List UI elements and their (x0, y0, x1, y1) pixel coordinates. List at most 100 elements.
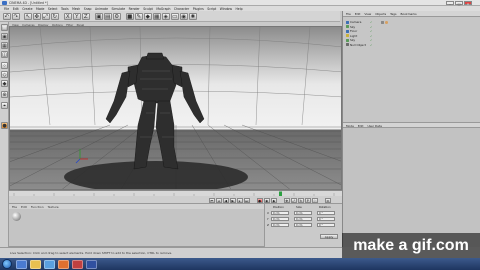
tag-icon[interactable] (381, 21, 384, 24)
explorer-icon[interactable] (30, 259, 41, 269)
scale-icon[interactable]: ⤢ (42, 12, 50, 20)
rotation-b-field[interactable]: 0 ° (317, 223, 335, 227)
cube-icon[interactable]: ■ (126, 12, 134, 20)
watermark-logo: make a gif.com (342, 233, 480, 258)
move-icon[interactable]: ✥ (33, 12, 41, 20)
make-editable-icon[interactable]: ⬚ (1, 24, 8, 31)
points-mode-icon[interactable]: ⁘ (1, 62, 8, 69)
goto-start-icon[interactable]: ⏮ (209, 197, 215, 203)
size-y-field[interactable]: 0 cm (294, 217, 312, 221)
visibility-check-icon[interactable]: ✓ (370, 34, 372, 38)
coord-header-position: Position (273, 205, 284, 209)
material-swatch[interactable] (12, 212, 21, 221)
object-row[interactable]: Null Object ✓ (346, 43, 478, 47)
array-icon[interactable]: ▦ (153, 12, 161, 20)
position-x-field[interactable]: 0 cm (271, 211, 289, 215)
goto-end-icon[interactable]: ⏭ (244, 197, 250, 203)
z-axis-icon[interactable]: Z (82, 12, 90, 20)
timeline-menu-icon[interactable]: ≡ (325, 197, 331, 203)
object-row[interactable]: Sky ✓ (346, 38, 478, 42)
media-player-icon[interactable] (44, 259, 55, 269)
next-frame-icon[interactable]: ▸ (237, 197, 243, 203)
render-view-icon[interactable]: ▣ (95, 12, 103, 20)
size-z-field[interactable]: 0 cm (294, 223, 312, 227)
material-manager[interactable] (9, 209, 264, 247)
camera-object-icon (346, 20, 349, 24)
coordinates-manager: Position Size Rotation X 0 cm 0 cm 0 ° Y… (264, 204, 342, 247)
record-icon[interactable]: ● (257, 197, 263, 203)
workplane-icon[interactable]: ◫ (1, 51, 8, 58)
rotation-p-field[interactable]: 0 ° (317, 217, 335, 221)
sculpt-icon[interactable]: ● (1, 122, 8, 129)
play-icon[interactable]: ▶ (230, 197, 236, 203)
floor-object-icon (346, 29, 349, 33)
render-settings-icon[interactable]: ⚙ (113, 12, 121, 20)
object-manager: Camera ✓ Sky ✓ Floor ✓ Light ✓ Sky ✓ Nul… (343, 17, 480, 122)
deformer-icon[interactable]: ◈ (162, 12, 170, 20)
keyframe-icon[interactable]: ◆ (271, 197, 277, 203)
viewport-scene (10, 27, 341, 189)
rotation-h-field[interactable]: 0 ° (317, 211, 335, 215)
model-mode-icon[interactable]: ▣ (1, 33, 8, 40)
polygons-mode-icon[interactable]: ◆ (1, 80, 8, 87)
object-row[interactable]: Floor ✓ (346, 29, 478, 33)
object-row[interactable]: Sky ✓ (346, 25, 478, 29)
undo-icon[interactable]: ↶ (3, 12, 11, 20)
object-name: Sky (350, 24, 356, 29)
perspective-viewport[interactable] (9, 26, 342, 190)
scale-key-icon[interactable]: ⤢ (291, 197, 297, 203)
visibility-check-icon[interactable]: ✓ (370, 43, 372, 47)
edges-mode-icon[interactable]: ◇ (1, 71, 8, 78)
position-z-field[interactable]: 0 cm (271, 223, 289, 227)
x-axis-icon[interactable]: X (64, 12, 72, 20)
visibility-check-icon[interactable]: ✓ (370, 29, 372, 33)
position-key-icon[interactable]: ✥ (284, 197, 290, 203)
material-tag-icon[interactable] (385, 21, 388, 24)
minimize-button[interactable]: – (446, 0, 454, 5)
redo-icon[interactable]: ↷ (12, 12, 20, 20)
y-axis-icon[interactable]: Y (73, 12, 81, 20)
visibility-check-icon[interactable]: ✓ (370, 38, 372, 42)
maximize-button[interactable]: □ (455, 0, 463, 5)
app-icon-red[interactable] (72, 259, 83, 269)
firefox-icon[interactable] (58, 259, 69, 269)
camera-icon[interactable]: ◉ (180, 12, 188, 20)
enable-axis-icon[interactable]: ⊕ (1, 91, 8, 98)
position-y-field[interactable]: 0 cm (271, 217, 289, 221)
rotate-icon[interactable]: ↻ (51, 12, 59, 20)
render-picture-viewer-icon[interactable]: ▤ (104, 12, 112, 20)
light-icon[interactable]: ✺ (189, 12, 197, 20)
object-row[interactable]: Camera ✓ (346, 20, 478, 24)
parameter-key-icon[interactable]: P (305, 197, 311, 203)
coord-row-z: Z 0 cm 0 cm 0 ° (267, 223, 341, 227)
play-backward-icon[interactable]: ◀ (223, 197, 229, 203)
coord-row-x: X 0 cm 0 cm 0 ° (267, 211, 341, 215)
rotation-key-icon[interactable]: ↻ (298, 197, 304, 203)
window-title: CINEMA 4D - [Untitled *] (9, 1, 48, 5)
texture-mode-icon[interactable]: ▦ (1, 42, 8, 49)
autokey-icon[interactable]: ◉ (264, 197, 270, 203)
prev-frame-icon[interactable]: ◂ (216, 197, 222, 203)
coord-header-size: Size (296, 205, 302, 209)
snap-icon[interactable]: ⌖ (1, 102, 8, 109)
live-selection-icon[interactable]: ↖ (24, 12, 32, 20)
close-button[interactable]: × (464, 0, 472, 5)
ie-icon[interactable] (16, 259, 27, 269)
subdivision-icon[interactable]: ◆ (144, 12, 152, 20)
pen-icon[interactable]: ✎ (135, 12, 143, 20)
visibility-check-icon[interactable]: ✓ (370, 20, 372, 24)
object-name: Camera (350, 20, 362, 24)
cinema4d-taskbar-icon[interactable] (86, 259, 97, 269)
main-toolbar: ↶ ↷ ↖ ✥ ⤢ ↻ X Y Z ▣ ▤ ⚙ ■ ✎ ◆ ▦ ◈ ▭ ◉ ✺ (0, 11, 340, 22)
object-row[interactable]: Light ✓ (346, 34, 478, 38)
point-level-icon[interactable]: ⁘ (312, 197, 318, 203)
visibility-check-icon[interactable]: ✓ (370, 25, 372, 29)
apply-button[interactable]: Apply (320, 234, 338, 239)
coord-row-y: Y 0 cm 0 cm 0 ° (267, 217, 341, 221)
size-x-field[interactable]: 0 cm (294, 211, 312, 215)
start-button[interactable] (2, 259, 12, 269)
sky-object-icon (346, 38, 349, 42)
coord-axis-label: X (267, 211, 269, 215)
playback-controls: ⏮ ◂ ◀ ▶ ▸ ⏭ ● ◉ ◆ ✥ ⤢ ↻ P ⁘ ≡ (9, 196, 342, 204)
floor-icon[interactable]: ▭ (171, 12, 179, 20)
